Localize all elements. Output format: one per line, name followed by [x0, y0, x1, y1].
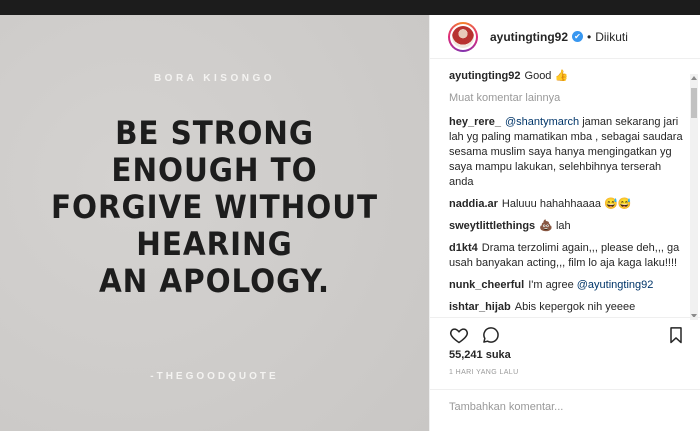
comment-mention[interactable]: @shantymarch — [505, 116, 579, 128]
comment-username[interactable]: naddia.ar — [449, 198, 498, 210]
like-button[interactable] — [449, 325, 469, 345]
comment-item: d1kt4 Drama terzolimi again,,, please deh… — [449, 241, 686, 271]
divider — [430, 317, 700, 318]
caption-username[interactable]: ayutingting92 — [449, 70, 521, 82]
quote-line: FORGIVE WITHOUT — [50, 188, 379, 226]
comment-username[interactable]: hey_rere_ — [449, 116, 501, 128]
comment-username[interactable]: nunk_cheerful — [449, 279, 524, 291]
save-button[interactable] — [666, 325, 686, 345]
divider — [430, 389, 700, 390]
verified-icon: ✔ — [572, 31, 584, 42]
comment-item: sweytlittlethings 💩 lah — [449, 219, 686, 234]
post-side-panel: ayutingting92 ✔ • Diikuti ayutingting92 G… — [429, 15, 700, 431]
comment-text: Drama terzolimi again,,, please deh,,, g… — [449, 242, 680, 269]
heart-icon — [450, 328, 468, 344]
comment-item: naddia.ar Haluuu hahahhaaaa 😅😅 — [449, 197, 686, 212]
scroll-up-icon[interactable] — [691, 76, 697, 80]
action-bar — [449, 321, 686, 349]
quote-line: ENOUGH TO — [111, 151, 318, 189]
comments-list: ayutingting92 Good 👍 Muat komentar lainny… — [449, 69, 686, 329]
comment-username[interactable]: d1kt4 — [449, 242, 478, 254]
post-image[interactable]: BORA KISONGO BE STRONG ENOUGH TO FORGIVE… — [0, 15, 429, 431]
post-header: ayutingting92 ✔ • Diikuti — [430, 15, 700, 59]
scroll-thumb[interactable] — [691, 88, 697, 118]
caption-text: Good 👍 — [524, 70, 569, 82]
comments-scrollbar[interactable] — [690, 74, 698, 320]
bookmark-icon — [670, 327, 682, 344]
comment-text: I'm agree — [528, 279, 577, 291]
quote-source: -THEGOODQUOTE — [150, 371, 279, 382]
comment-item: hey_rere_ @shantymarch jaman sekarang jar… — [449, 115, 686, 190]
avatar-image — [452, 25, 474, 48]
quote-line: AN APOLOGY. — [98, 262, 331, 300]
quote-line: BE STRONG — [115, 114, 314, 152]
follow-status-button[interactable]: Diikuti — [595, 30, 628, 44]
comment-button[interactable] — [481, 325, 501, 345]
top-bar — [0, 0, 700, 15]
caption: ayutingting92 Good 👍 — [449, 69, 686, 84]
comment-icon — [483, 327, 499, 343]
header-username[interactable]: ayutingting92 — [490, 30, 568, 44]
avatar[interactable] — [448, 21, 478, 52]
comment-text: 💩 lah — [539, 220, 571, 232]
quote-text: BE STRONG ENOUGH TO FORGIVE WITHOUT HEAR… — [17, 115, 412, 300]
comment-text: Haluuu hahahhaaaa 😅😅 — [501, 198, 632, 210]
load-more-comments-link[interactable]: Muat komentar lainnya — [449, 91, 686, 106]
quote-author: BORA KISONGO — [153, 73, 276, 84]
comment-item: ishtar_hijab Abis kepergok nih yeeee — [449, 300, 686, 315]
add-comment-input[interactable] — [449, 398, 679, 416]
header-separator: • — [587, 29, 592, 44]
comment-username[interactable]: ishtar_hijab — [449, 301, 511, 313]
comment-username[interactable]: sweytlittlethings — [449, 220, 535, 232]
avatar-ring — [450, 23, 476, 50]
likes-count[interactable]: 55,241 suka — [449, 349, 511, 361]
comment-text: Abis kepergok nih yeeee — [514, 301, 636, 313]
comment-item: nunk_cheerful I'm agree @ayutingting92 — [449, 278, 686, 293]
comment-mention[interactable]: @ayutingting92 — [577, 279, 654, 291]
post-timestamp[interactable]: 1 HARI YANG LALU — [449, 369, 519, 376]
quote-line: HEARING — [136, 225, 293, 263]
